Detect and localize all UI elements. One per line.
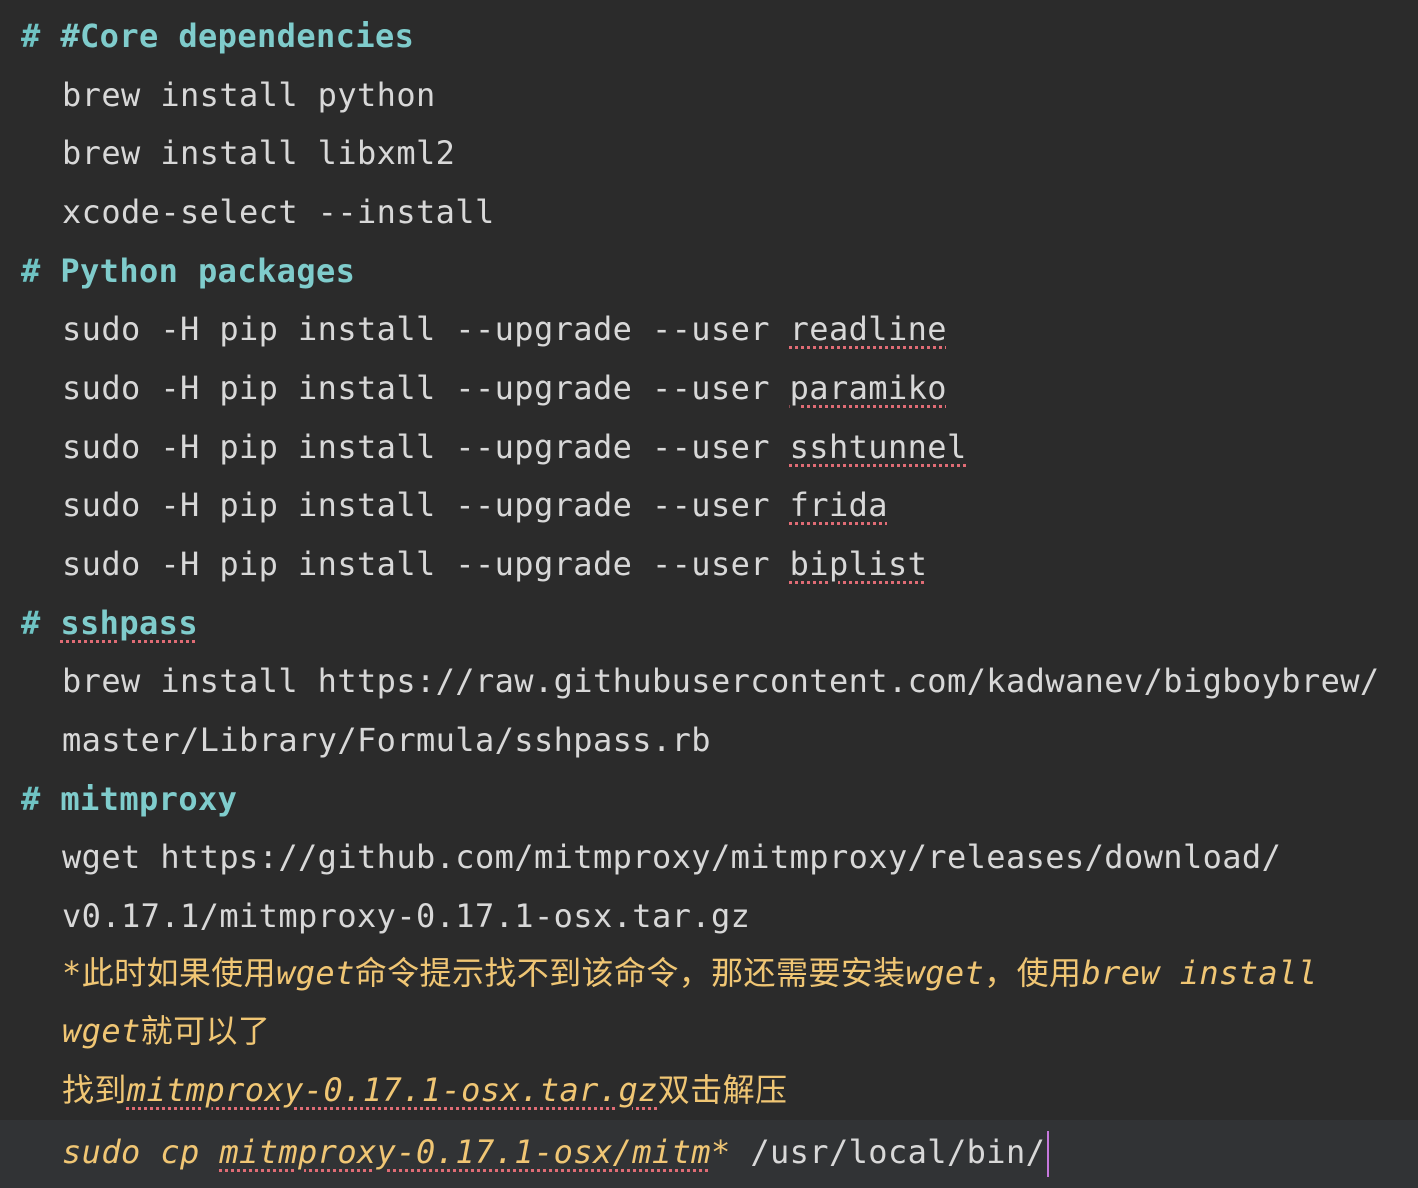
note-line: wget就可以了 — [0, 1002, 1418, 1060]
note-text: 就可以了 — [140, 1012, 271, 1050]
spellcheck-word: sshtunnel — [789, 428, 967, 466]
code-line: sudo -H pip install --upgrade --user rea… — [0, 300, 1418, 358]
note-code: mitmproxy-0.17.1-osx/mitm — [219, 1133, 711, 1171]
note-text: 双击解压 — [657, 1071, 788, 1109]
code-line: brew install python — [0, 66, 1418, 124]
code-text: sudo -H pip install --upgrade --user — [62, 428, 790, 466]
comment-text: sshpass — [60, 604, 199, 642]
note-line: *此时如果使用wget命令提示找不到该命令，那还需要安装wget，使用brew … — [0, 944, 1418, 1002]
code-line: brew install libxml2 — [0, 124, 1418, 182]
note-text: * — [62, 954, 82, 992]
comment-line: # sshpass — [0, 594, 1418, 652]
comment-text: mitmproxy — [60, 780, 238, 818]
note-code: * — [710, 1133, 751, 1171]
comment-hash: # — [21, 780, 61, 818]
code-text: /usr/local/bin/ — [750, 1133, 1046, 1171]
code-text: brew install libxml2 — [62, 134, 456, 172]
comment-line: # mitmproxy — [0, 770, 1418, 828]
comment-hash: # — [21, 604, 61, 642]
note-code: sudo cp — [62, 1133, 220, 1171]
comment-text: #Core dependencies — [60, 17, 415, 55]
comment-hash: # — [21, 17, 61, 55]
current-line[interactable]: sudo cp mitmproxy-0.17.1-osx/mitm* /usr/… — [0, 1120, 1418, 1188]
code-text: xcode-select --install — [62, 193, 495, 231]
code-text: master/Library/Formula/sshpass.rb — [62, 721, 711, 759]
code-text: sudo -H pip install --upgrade --user — [62, 310, 790, 348]
note-code: wget — [905, 954, 985, 992]
note-code: wget — [276, 954, 355, 992]
code-text: sudo -H pip install --upgrade --user — [62, 545, 790, 583]
code-text: v0.17.1/mitmproxy-0.17.1-osx.tar.gz — [62, 897, 751, 935]
note-code: brew install — [1081, 954, 1318, 992]
note-line: 找到mitmproxy-0.17.1-osx.tar.gz双击解压 — [0, 1061, 1418, 1119]
code-line: v0.17.1/mitmproxy-0.17.1-osx.tar.gz — [0, 887, 1418, 945]
spellcheck-word: readline — [789, 310, 947, 348]
code-line: sudo -H pip install --upgrade --user par… — [0, 359, 1418, 417]
spellcheck-word: paramiko — [789, 369, 947, 407]
code-line: sudo -H pip install --upgrade --user bip… — [0, 535, 1418, 593]
note-code: mitmproxy-0.17.1-osx.tar.gz — [126, 1071, 658, 1109]
code-editor[interactable]: # #Core dependencies brew install python… — [0, 0, 1418, 1188]
code-text: sudo -H pip install --upgrade --user — [62, 369, 790, 407]
note-text: 找到 — [62, 1071, 127, 1109]
code-text: brew install python — [62, 76, 436, 114]
code-line: master/Library/Formula/sshpass.rb — [0, 711, 1418, 769]
code-text: brew install https://raw.githubuserconte… — [62, 662, 1380, 700]
comment-text: Python packages — [60, 252, 356, 290]
comment-hash: # — [21, 252, 61, 290]
note-text: ，使用 — [984, 954, 1082, 992]
comment-line: # #Core dependencies — [0, 7, 1418, 65]
code-line: sudo -H pip install --upgrade --user fri… — [0, 476, 1418, 534]
code-line: wget https://github.com/mitmproxy/mitmpr… — [0, 828, 1418, 886]
text-cursor — [1047, 1131, 1050, 1177]
note-text: 命令提示找不到该命令，那还需要安装 — [354, 954, 906, 992]
note-code: wget — [62, 1012, 141, 1050]
code-line: xcode-select --install — [0, 183, 1418, 241]
spellcheck-word: biplist — [789, 545, 928, 583]
code-line: sudo -H pip install --upgrade --user ssh… — [0, 418, 1418, 476]
code-text: sudo -H pip install --upgrade --user — [62, 486, 790, 524]
spellcheck-word: frida — [789, 486, 888, 524]
code-line: brew install https://raw.githubuserconte… — [0, 652, 1418, 710]
comment-line: # Python packages — [0, 242, 1418, 300]
code-text: wget https://github.com/mitmproxy/mitmpr… — [62, 838, 1282, 876]
note-text: 此时如果使用 — [81, 954, 277, 992]
